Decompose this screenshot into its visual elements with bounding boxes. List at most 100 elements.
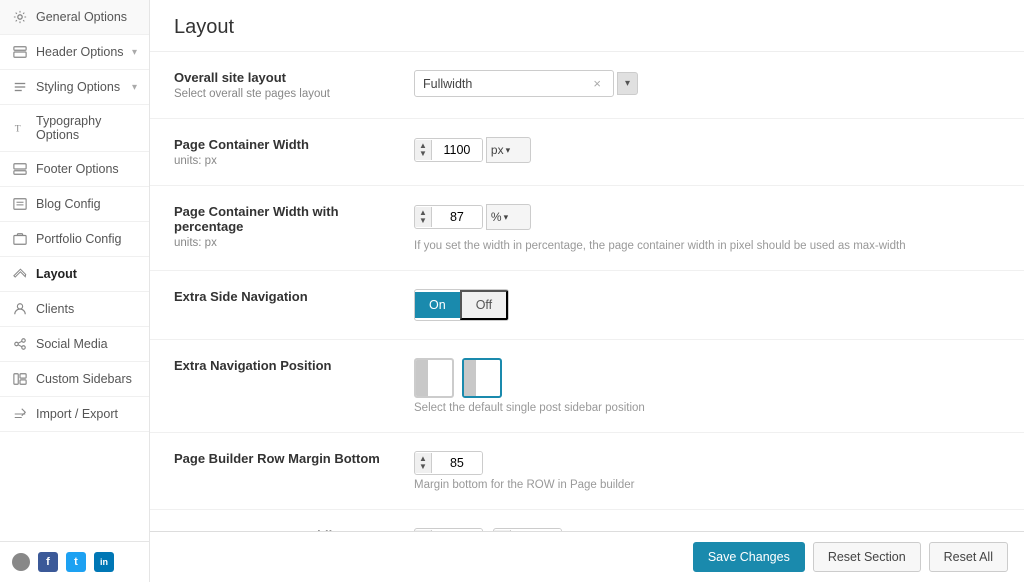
sidebar-item-label: Header Options [36,45,124,59]
sidebar-item-styling-options[interactable]: Styling Options ▾ [0,70,149,105]
layout-icon [12,266,28,282]
nav-pos-wrap [414,358,1000,398]
sidebar-item-label: Typography Options [36,114,137,142]
import-icon [12,406,28,422]
setting-control-col: Fullwidth × ▾ [414,70,1000,97]
setting-control-col: On Off [414,289,1000,321]
spin-arrows[interactable]: ▲▼ [415,140,432,160]
spin-arrows[interactable]: ▲▼ [415,207,432,227]
sidebar-item-label: Layout [36,267,77,281]
reset-all-button[interactable]: Reset All [929,542,1008,572]
setting-row-extra-navigation-position: Extra Navigation Position [150,340,1024,433]
unit-select[interactable]: px ▾ [486,137,531,163]
unit-select[interactable]: % ▾ [486,204,531,230]
number-input-box: ▲▼ [414,205,483,229]
sidebar-item-portfolio-config[interactable]: Portfolio Config [0,222,149,257]
sidebar-item-label: General Options [36,10,127,24]
sidebar-item-import-export[interactable]: Import / Export [0,397,149,432]
sidebar: General Options Header Options ▾ Styling… [0,0,150,582]
content-header: Layout [150,0,1024,52]
sidebar-item-label: Custom Sidebars [36,372,132,386]
setting-control-col: ▲▼ % ▾ If you set the width in percentag… [414,204,1000,252]
setting-desc: units: px [174,237,394,249]
setting-control-col: Select the default single post sidebar p… [414,358,1000,414]
fullwidth-select[interactable]: Fullwidth × [414,70,614,97]
setting-note: If you set the width in percentage, the … [414,240,1000,252]
setting-label: Page Container Width [174,137,394,152]
blog-icon [12,196,28,212]
setting-desc: units: px [174,155,394,167]
nav-pos-left-option[interactable] [414,358,454,398]
reset-section-button[interactable]: Reset Section [813,542,921,572]
settings-section: Overall site layout Select overall ste p… [150,52,1024,531]
svg-text:T: T [15,124,21,135]
chevron-icon: ▾ [132,47,137,58]
setting-row-overall-site-layout: Overall site layout Select overall ste p… [150,52,1024,119]
facebook-icon[interactable]: f [38,552,58,572]
sidebars-icon [12,371,28,387]
setting-label: Extra Navigation Position [174,358,394,373]
number-input[interactable] [432,206,482,228]
sidebar-item-layout[interactable]: Layout [0,257,149,292]
number-input-wrap: ▲▼ % ▾ [414,204,1000,230]
toggle-wrap: On Off [414,289,509,321]
setting-label-col: Overall site layout Select overall ste p… [174,70,414,100]
sidebar-item-typography-options[interactable]: T Typography Options [0,105,149,152]
sidebar-item-label: Clients [36,302,74,316]
save-changes-button[interactable]: Save Changes [693,542,805,572]
spin-arrows[interactable]: ▲▼ [415,453,432,473]
toggle-off-btn[interactable]: Off [460,290,508,320]
social-icon [12,336,28,352]
setting-control-col: ▲▼ px ▾ [414,137,1000,163]
sidebar-item-footer-options[interactable]: Footer Options [0,152,149,187]
sidebar-item-social-media[interactable]: Social Media [0,327,149,362]
setting-label: Overall site layout [174,70,394,85]
toggle-on-btn[interactable]: On [415,292,460,318]
setting-desc: Select overall ste pages layout [174,88,394,100]
number-input-box: ▲▼ [414,451,483,475]
number-input-wrap: ▲▼ [414,451,1000,475]
header-icon [12,44,28,60]
setting-row-page-builder-row-margin: Page Builder Row Margin Bottom ▲▼ Margin… [150,433,1024,510]
setting-label-col: Extra Navigation Position [174,358,414,376]
main-content: Layout Overall site layout Select overal… [150,0,1024,531]
linkedin-icon[interactable]: in [94,552,114,572]
number-input[interactable] [432,452,482,474]
sidebar-item-label: Blog Config [36,197,101,211]
sidebar-item-label: Portfolio Config [36,232,121,246]
footer-bar: Save Changes Reset Section Reset All [150,531,1024,582]
sidebar-item-label: Social Media [36,337,108,351]
setting-label: Page Container Width with percentage [174,204,394,234]
setting-note: Margin bottom for the ROW in Page builde… [414,479,1000,491]
sidebar-item-general-options[interactable]: General Options [0,0,149,35]
sidebar-item-clients[interactable]: Clients [0,292,149,327]
typography-icon: T [12,120,28,136]
sidebar-item-custom-sidebars[interactable]: Custom Sidebars [0,362,149,397]
sidebar-item-blog-config[interactable]: Blog Config [0,187,149,222]
sidebar-item-label: Styling Options [36,80,120,94]
setting-row-extra-side-navigation: Extra Side Navigation On Off [150,271,1024,340]
nav-pos-right-option[interactable] [462,358,502,398]
sidebar-item-header-options[interactable]: Header Options ▾ [0,35,149,70]
number-input-box: ▲▼ [414,138,483,162]
setting-label: Page Builder Row Margin Bottom [174,451,394,466]
sidebar-bottom: f t in [0,541,149,582]
setting-row-page-container-width: Page Container Width units: px ▲▼ px ▾ [150,119,1024,186]
nav-pos-note: Select the default single post sidebar p… [414,402,1000,414]
select-wrap: Fullwidth × ▾ [414,70,1000,97]
twitter-icon[interactable]: t [66,552,86,572]
setting-label-col: Page Builder Row Margin Bottom [174,451,414,469]
clients-icon [12,301,28,317]
setting-control-col: ▲▼ Margin bottom for the ROW in Page bui… [414,451,1000,491]
select-dropdown-arrow[interactable]: ▾ [617,72,638,95]
circle-icon[interactable] [12,553,30,571]
setting-row-page-container-width-pct: Page Container Width with percentage uni… [150,186,1024,271]
sidebar-item-label: Footer Options [36,162,119,176]
page-title: Layout [174,16,1000,39]
number-input[interactable] [432,139,482,161]
select-clear-btn[interactable]: × [593,76,601,91]
setting-label-col: Page Container Width with percentage uni… [174,204,414,249]
chevron-icon: ▾ [132,82,137,93]
portfolio-icon [12,231,28,247]
setting-row-inner-page-content-padding: Inner Page Content Padding ▲▼ ▲▼ [150,510,1024,531]
